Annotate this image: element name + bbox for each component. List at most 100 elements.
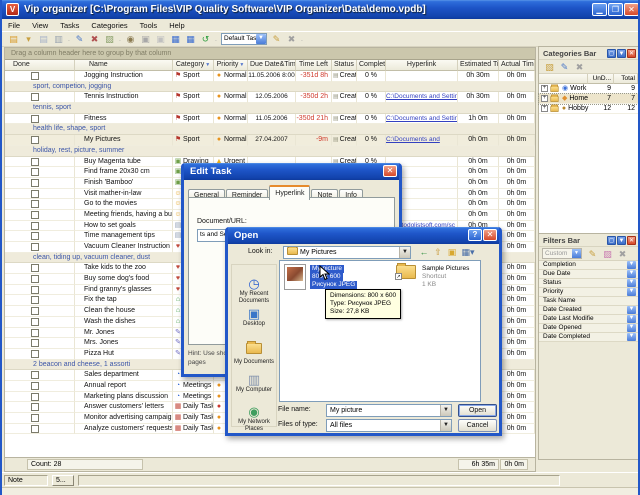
task-done-checkbox[interactable] (31, 329, 39, 337)
task-done-checkbox[interactable] (31, 232, 39, 240)
categories-bar-header[interactable]: Categories Bar ◻ ▼ ✕ (539, 47, 638, 60)
menu-item-tasks[interactable]: Tasks (54, 19, 85, 31)
undone-column-header[interactable]: UnD... (588, 74, 614, 84)
task-done-checkbox[interactable] (31, 286, 39, 294)
category-item-hobby[interactable]: +●Hobby1212 (539, 104, 638, 114)
task-done-checkbox[interactable] (31, 211, 39, 219)
filter-item-date-last-modifie[interactable]: Date Last Modifie▼ (539, 315, 638, 324)
task-done-checkbox[interactable] (31, 382, 39, 390)
task-done-checkbox[interactable] (31, 339, 39, 347)
back-icon[interactable]: ← (418, 246, 430, 258)
group-row[interactable]: health life, shape, sport (5, 124, 535, 135)
filters-panel-icon[interactable]: ▦ (184, 33, 197, 45)
view-notes-icon[interactable]: ◉ (124, 33, 137, 45)
group-by-bar[interactable]: Drag a column header here to group by th… (5, 48, 535, 60)
filters-pin-icon[interactable]: ▼ (617, 236, 626, 245)
column-header-hyperlink[interactable]: Hyperlink (386, 60, 458, 71)
minimize-button[interactable]: ▁ (592, 3, 607, 16)
filter-item-date-opened[interactable]: Date Opened▼ (539, 324, 638, 333)
expand-icon[interactable]: + (541, 105, 548, 112)
filter-dropdown-icon[interactable]: ▼ (239, 62, 244, 68)
add-task-dropdown-icon[interactable]: ▾ (22, 33, 35, 45)
filters-restore-icon[interactable]: ◻ (607, 236, 616, 245)
file-name-combo[interactable]: My picture ▼ (326, 404, 452, 417)
categories-close-icon[interactable]: ✕ (627, 49, 636, 58)
column-header-estimated-time[interactable]: Estimated Time (458, 60, 499, 71)
hyperlink[interactable]: C:\Documents and Settings\All (386, 115, 458, 122)
task-done-checkbox[interactable] (31, 72, 39, 80)
filter-dropdown-icon[interactable]: ▼ (627, 288, 636, 296)
filters-close-icon[interactable]: ✕ (627, 236, 636, 245)
categories-panel-icon[interactable]: ▦ (169, 33, 182, 45)
filter-dropdown-icon[interactable]: ▼ (627, 315, 636, 323)
column-header-actual-time[interactable]: Actual Time (499, 60, 535, 71)
filter-preset-combo[interactable]: Custom▼ (542, 248, 582, 259)
menu-item-view[interactable]: View (26, 19, 54, 31)
cut-paste-icon[interactable]: ▨ (103, 33, 116, 45)
column-header-status[interactable]: Status▼ (332, 60, 357, 71)
task-done-checkbox[interactable] (31, 243, 39, 251)
task-type-dropdown-icon[interactable]: ▼ (256, 34, 266, 44)
task-row[interactable]: Fitness⚑Sport●Normal11.05.2006-350d 21h▤… (5, 114, 535, 125)
task-done-checkbox[interactable] (31, 136, 39, 144)
hyperlink[interactable]: C:\Documents and Settings\All (386, 93, 458, 100)
task-done-checkbox[interactable] (31, 158, 39, 166)
print-icon[interactable]: ▥ (52, 33, 65, 45)
task-done-checkbox[interactable] (31, 264, 39, 272)
edit-task-title-bar[interactable]: Edit Task ✕ (184, 163, 399, 180)
task-done-checkbox[interactable] (31, 275, 39, 283)
files-of-type-dropdown-icon[interactable]: ▼ (440, 420, 451, 431)
tab-hyperlink[interactable]: Hyperlink (269, 185, 310, 200)
add-task-icon[interactable]: ▤ (7, 33, 20, 45)
menu-item-tools[interactable]: Tools (134, 19, 164, 31)
title-bar[interactable]: V Vip organizer [C:\Program Files\VIP Qu… (2, 0, 640, 19)
task-done-checkbox[interactable] (31, 296, 39, 304)
group-row[interactable]: holiday, rest, picture, summer (5, 146, 535, 157)
place-item-my-recent-documents[interactable]: ◷My Recent Documents (232, 277, 276, 305)
category-item-work[interactable]: +◉Work99 (539, 84, 638, 94)
edit-task-type-icon[interactable]: ✎ (270, 33, 283, 45)
task-done-checkbox[interactable] (31, 318, 39, 326)
edit-task-close-icon[interactable]: ✕ (383, 165, 397, 177)
task-type-combo[interactable]: Default Task▼ (221, 33, 267, 45)
open-dialog-title-bar[interactable]: Open ? ✕ (228, 227, 499, 244)
filter-dropdown-icon[interactable]: ▼ (627, 324, 636, 332)
hyperlink[interactable]: C:\Documents and (386, 136, 440, 143)
filter-item-date-completed[interactable]: Date Completed▼ (539, 333, 638, 342)
task-done-checkbox[interactable] (31, 393, 39, 401)
task-done-checkbox[interactable] (31, 190, 39, 198)
files-of-type-combo[interactable]: All files ▼ (326, 419, 452, 432)
task-done-checkbox[interactable] (31, 168, 39, 176)
clear-filter-icon[interactable]: ▨ (601, 248, 614, 260)
look-in-dropdown-icon[interactable]: ▼ (399, 247, 410, 258)
new-folder-icon[interactable]: ▣ (446, 246, 458, 258)
task-done-checkbox[interactable] (31, 179, 39, 187)
column-header-category[interactable]: Category▼ (173, 60, 214, 71)
menu-item-help[interactable]: Help (163, 19, 190, 31)
open-dialog-close-icon[interactable]: ✕ (483, 229, 497, 241)
task-done-checkbox[interactable] (31, 414, 39, 422)
edit-category-icon[interactable]: ✎ (558, 61, 571, 73)
filter-item-priority[interactable]: Priority▼ (539, 288, 638, 297)
filter-dropdown-icon[interactable]: ▼ (627, 270, 636, 278)
filters-bar-header[interactable]: Filters Bar ◻ ▼ ✕ (539, 234, 638, 247)
task-done-checkbox[interactable] (31, 425, 39, 433)
group-row[interactable]: sport, competion, jogging (5, 82, 535, 93)
task-row[interactable]: Jogging Instruction⚑Sport●Normal11.05.20… (5, 71, 535, 82)
column-header-name[interactable]: Name (75, 60, 173, 71)
edit-task-icon[interactable]: ✎ (73, 33, 86, 45)
categories-restore-icon[interactable]: ◻ (607, 49, 616, 58)
filter-item-date-created[interactable]: Date Created▼ (539, 306, 638, 315)
task-row[interactable]: My Pictures⚑Sport●Normal27.04.2007-9m▤Cr… (5, 135, 535, 146)
look-in-combo[interactable]: My Pictures ▼ (283, 246, 411, 259)
filter-dropdown-icon[interactable]: ▼ (205, 62, 210, 68)
filter-item-completion[interactable]: Completion▼ (539, 261, 638, 270)
total-column-header[interactable]: Total (614, 74, 638, 84)
categories-pin-icon[interactable]: ▼ (617, 49, 626, 58)
column-header-due-date-time[interactable]: Due Date&Time▼ (248, 60, 296, 71)
task-done-checkbox[interactable] (31, 222, 39, 230)
task-done-checkbox[interactable] (31, 307, 39, 315)
duplicate-task-icon[interactable]: ▤ (37, 33, 50, 45)
expand-icon[interactable]: + (541, 85, 548, 92)
edit-filter-icon[interactable]: ✎ (586, 248, 599, 260)
